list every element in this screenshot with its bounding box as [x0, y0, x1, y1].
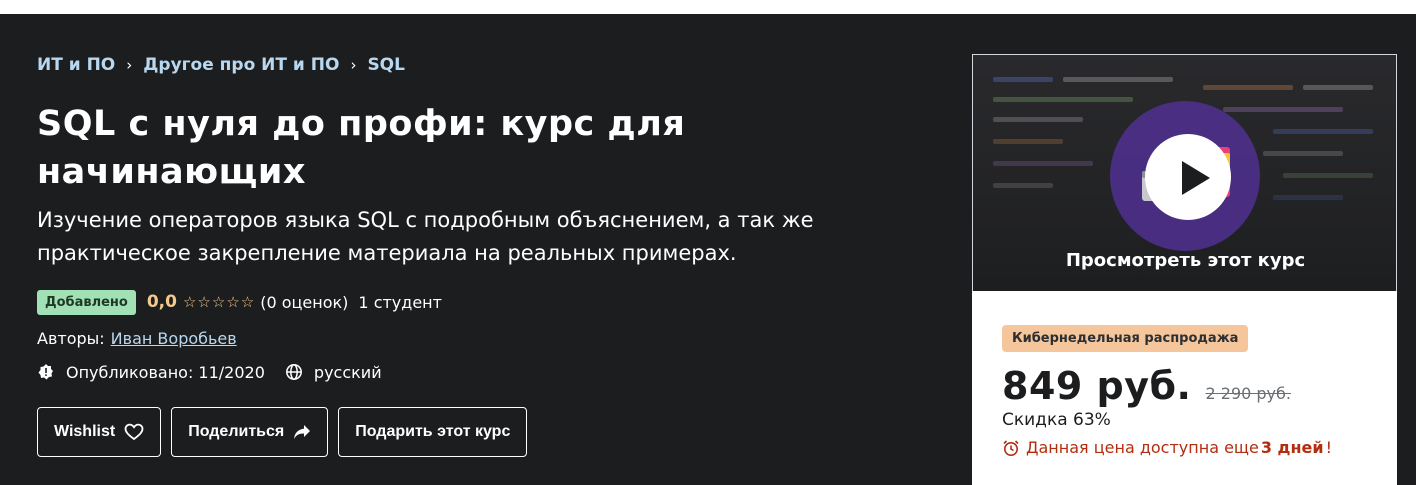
course-header: ИТ и ПО › Другое про ИТ и ПО › SQL SQL с…: [37, 52, 937, 384]
published-date: Опубликовано: 11/2020: [66, 362, 265, 382]
current-price: 849 руб.: [1002, 364, 1192, 408]
gift-label: Подарить этот курс: [355, 423, 511, 440]
price-row: 849 руб. 2 290 руб.: [1002, 364, 1367, 408]
rating-count[interactable]: (0 оценок): [260, 293, 348, 312]
star-outline-icon: ☆: [197, 292, 211, 311]
star-outline-icon: ☆: [182, 292, 197, 311]
breadcrumb-item-it[interactable]: ИТ и ПО: [37, 55, 115, 75]
timer-days: 3 дней: [1260, 438, 1324, 457]
heart-icon: [124, 423, 144, 441]
price-box: Кибернедельная распродажа 849 руб. 2 290…: [972, 291, 1397, 485]
added-badge: Добавлено: [37, 289, 136, 315]
author-link[interactable]: Иван Воробьев: [111, 329, 237, 348]
wishlist-button[interactable]: Wishlist: [37, 407, 162, 457]
purchase-card: Просмотреть этот курс Кибернедельная рас…: [972, 54, 1397, 485]
breadcrumb-item-sql[interactable]: SQL: [367, 55, 405, 75]
action-buttons: Wishlist Поделиться Подарить этот курс: [37, 407, 528, 457]
breadcrumb-item-other[interactable]: Другое про ИТ и ПО: [143, 55, 339, 75]
chevron-right-icon: ›: [350, 56, 357, 74]
chevron-right-icon: ›: [126, 56, 133, 74]
original-price: 2 290 руб.: [1205, 384, 1291, 403]
meta-row: Опубликовано: 11/2020 русский: [37, 360, 937, 384]
star-outline-icon: ☆: [226, 292, 240, 311]
student-count: 1 студент: [358, 292, 442, 312]
star-outline-icon: ☆: [211, 292, 226, 311]
timer-prefix: Данная цена доступна еще: [1026, 438, 1259, 457]
course-subtitle: Изучение операторов языка SQL с подробны…: [37, 208, 814, 265]
rating-row: Добавлено 0,0 ☆ ☆ ☆ ☆ ☆ (0 оценок) 1 сту…: [37, 288, 937, 316]
timer-suffix: !: [1325, 438, 1333, 457]
price-timer: Данная цена доступна еще 3 дней !: [1002, 438, 1367, 457]
authors-row: Авторы: Иван Воробьев: [37, 326, 937, 350]
gift-course-button[interactable]: Подарить этот курс: [338, 407, 528, 457]
wishlist-label: Wishlist: [54, 423, 116, 440]
alarm-clock-icon: [1002, 439, 1020, 457]
authors-label: Авторы:: [37, 328, 105, 348]
discount-percent: Скидка 63%: [1002, 410, 1111, 430]
share-label: Поделиться: [188, 423, 285, 440]
alert-badge-icon: [37, 363, 55, 381]
breadcrumb: ИТ и ПО › Другое про ИТ и ПО › SQL: [37, 52, 937, 78]
share-arrow-icon: [293, 424, 311, 440]
course-language: русский: [313, 362, 382, 382]
rating-stars[interactable]: ☆ ☆ ☆ ☆ ☆: [182, 292, 255, 311]
course-preview[interactable]: Просмотреть этот курс: [972, 54, 1397, 292]
share-button[interactable]: Поделиться: [171, 407, 329, 457]
rating-value: 0,0: [146, 292, 177, 312]
top-bar: [0, 0, 1416, 14]
course-title: SQL с нуля до профи: курс для начинающих: [37, 104, 686, 192]
play-icon: [1182, 161, 1210, 195]
sale-badge: Кибернедельная распродажа: [1002, 325, 1249, 352]
preview-label[interactable]: Просмотреть этот курс: [973, 250, 1396, 271]
globe-icon: [285, 363, 303, 381]
star-outline-icon: ☆: [240, 292, 255, 311]
